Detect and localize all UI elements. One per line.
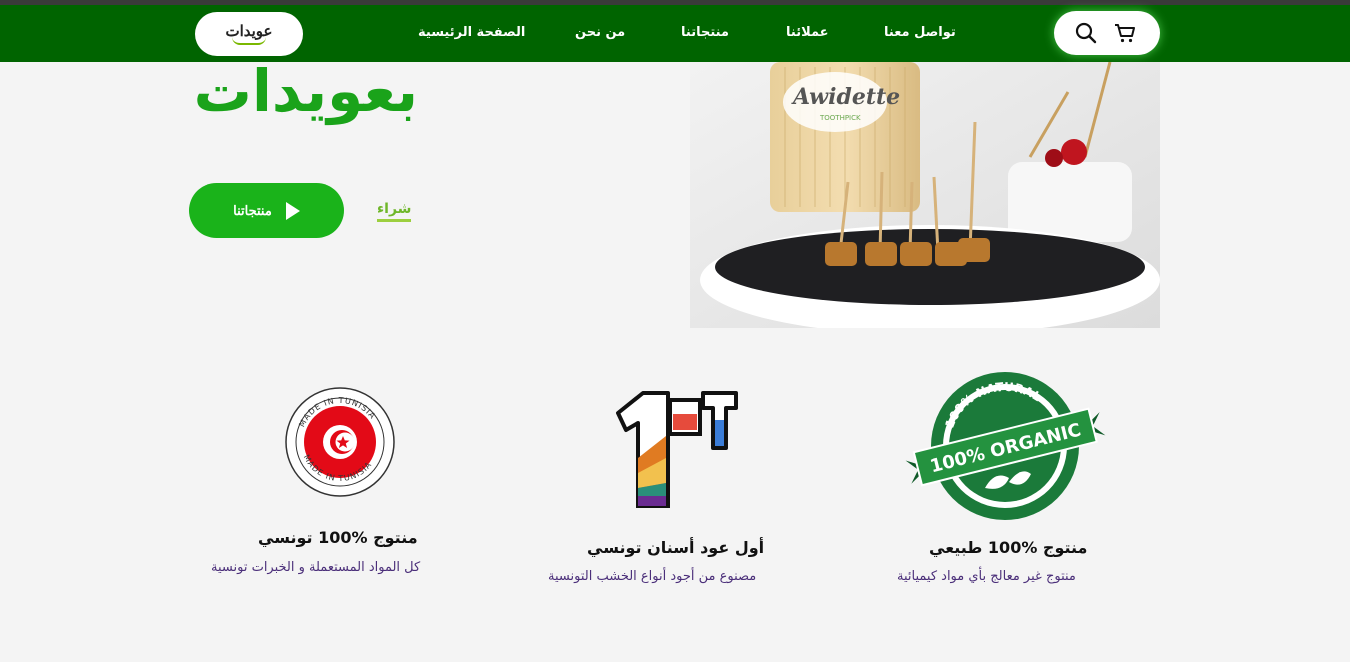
jar-brand-sub: TOOTHPICK — [819, 114, 861, 122]
nav-link-about[interactable]: من نحن — [575, 25, 625, 40]
search-icon[interactable] — [1074, 21, 1098, 45]
feature-title: منتوج %100 طبيعي — [929, 538, 1088, 557]
feature-desc: مصنوع من أجود أنواع الخشب التونسية — [548, 569, 757, 584]
hero-product-photo: Awidette TOOTHPICK — [690, 62, 1160, 328]
nav-link-contact[interactable]: تواصل معنا — [884, 25, 956, 40]
top-navbar: عويدات الصفحة الرئيسية من نحن منتجاتنا ع… — [0, 5, 1350, 62]
buy-link[interactable]: شراء — [377, 201, 412, 222]
organic-badge: 100% NATURAL 100% ORGANIC — [905, 372, 1106, 520]
feature-title: منتوج %100 تونسي — [258, 528, 418, 547]
first-badge — [616, 391, 738, 508]
feature-desc: منتوج غير معالج بأي مواد كيميائية — [897, 569, 1076, 584]
play-icon — [285, 201, 300, 220]
utility-pill — [1054, 11, 1160, 55]
feature-desc: كل المواد المستعملة و الخبرات تونسية — [211, 560, 421, 575]
feature-title: أول عود أسنان تونسي — [587, 538, 765, 557]
brand-logo[interactable]: عويدات — [195, 12, 303, 56]
jar-brand-text: Awidette — [791, 84, 900, 110]
nav-link-home[interactable]: الصفحة الرئيسية — [418, 25, 525, 40]
logo-smile-mark — [232, 37, 266, 45]
cta-label: منتجاتنا — [233, 202, 272, 218]
hero-title: بعويدات — [193, 57, 418, 125]
made-in-tunisia-badge: MADE IN TUNISIA MADE IN TUNISIA — [285, 387, 395, 497]
nav-link-clients[interactable]: عملائنا — [786, 25, 829, 40]
nav-link-products[interactable]: منتجاتنا — [681, 25, 729, 40]
cart-icon[interactable] — [1113, 21, 1137, 45]
products-cta-button[interactable]: منتجاتنا — [189, 183, 344, 238]
